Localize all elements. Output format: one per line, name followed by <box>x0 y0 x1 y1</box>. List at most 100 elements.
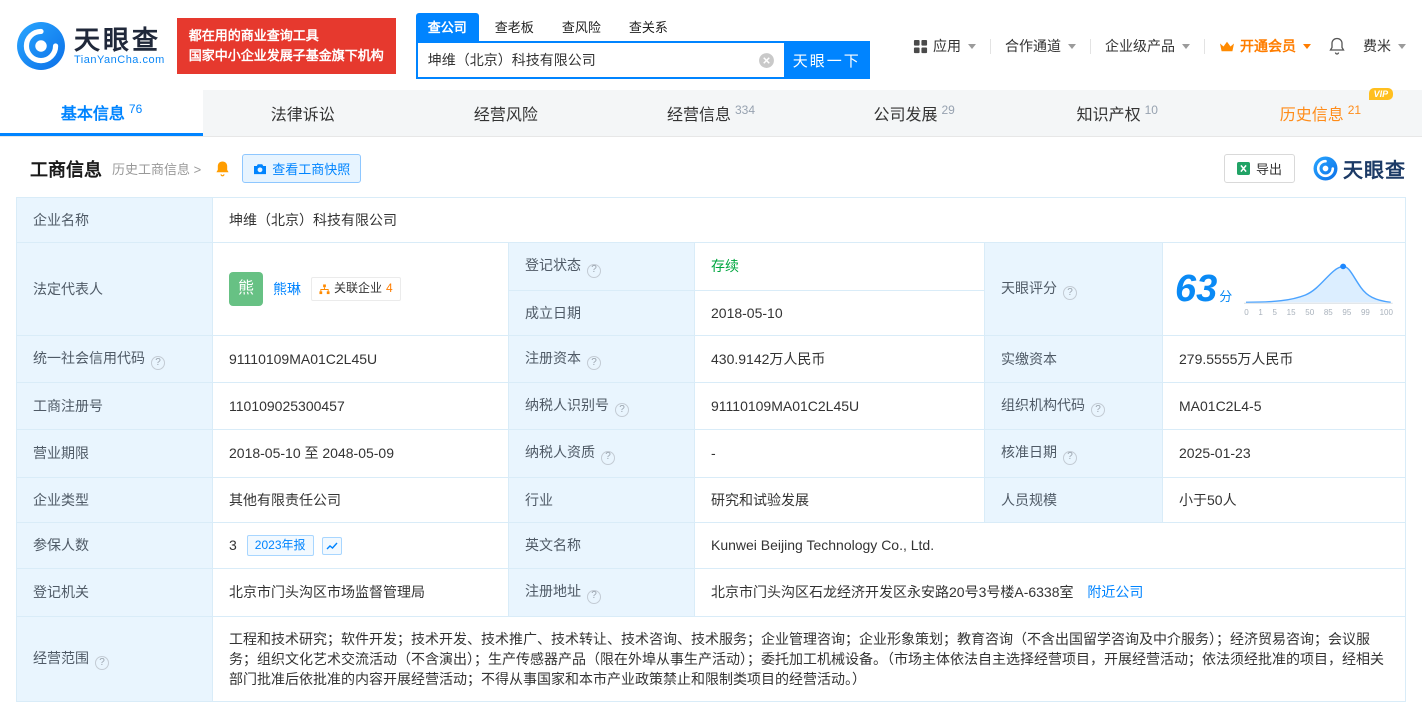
help-icon[interactable]: ? <box>587 264 601 278</box>
company-type-label: 企业类型 <box>17 477 213 522</box>
legal-rep-value: 熊 熊琳 关联企业 4 <box>213 243 509 336</box>
search-row: 天眼一下 <box>416 41 870 79</box>
notification-bell-icon[interactable] <box>1329 37 1345 55</box>
nearby-companies-link[interactable]: 附近公司 <box>1087 584 1143 600</box>
tab-business-info[interactable]: 经营信息334 <box>609 90 812 136</box>
nav-partner-label: 合作通道 <box>1005 36 1061 56</box>
insured-count: 3 <box>229 535 237 555</box>
excel-icon <box>1237 162 1250 175</box>
search-tab-company[interactable]: 查公司 <box>416 13 479 41</box>
nav-divider <box>1204 39 1205 54</box>
score-distribution-chart: 0151550859599100 <box>1244 260 1393 319</box>
subscribe-bell-icon[interactable] <box>215 160 230 177</box>
tab-count: 29 <box>941 103 954 117</box>
help-icon[interactable]: ? <box>587 356 601 370</box>
export-label: 导出 <box>1256 159 1282 178</box>
brand-name: 天眼查 <box>74 26 165 55</box>
tab-basic-info[interactable]: 基本信息76 <box>0 90 203 136</box>
tab-company-development[interactable]: 公司发展 29 <box>813 90 1016 136</box>
nav-user[interactable]: 费米 <box>1363 36 1406 56</box>
trend-chart-icon[interactable] <box>322 537 342 555</box>
slogan-line2: 国家中小企业发展子基金旗下机构 <box>189 46 384 66</box>
clear-search-icon[interactable] <box>758 52 775 69</box>
staff-size-label: 人员规模 <box>985 477 1163 522</box>
corner-logo: 天眼查 <box>1313 154 1406 183</box>
table-row: 经营范围? 工程和技术研究；软件开发；技术开发、技术推广、技术转让、技术咨询、技… <box>17 616 1406 702</box>
company-section-tabs: 基本信息76 法律诉讼 经营风险 经营信息334 公司发展 29 知识产权10 历… <box>0 90 1422 137</box>
chevron-down-icon <box>968 44 976 49</box>
top-nav: 应用 合作通道 企业级产品 开通会员 费米 <box>913 36 1406 56</box>
related-companies-tag[interactable]: 关联企业 4 <box>311 277 401 300</box>
org-code-value: MA01C2L4-5 <box>1163 383 1406 430</box>
english-name-value: Kunwei Beijing Technology Co., Ltd. <box>695 522 1406 568</box>
legal-rep-avatar[interactable]: 熊 <box>229 272 263 306</box>
staff-size-value: 小于50人 <box>1163 477 1406 522</box>
nav-apps-label: 应用 <box>933 36 961 56</box>
reg-authority-value: 北京市门头沟区市场监督管理局 <box>213 569 509 616</box>
chevron-down-icon <box>1068 44 1076 49</box>
business-scope-value: 工程和技术研究；软件开发；技术开发、技术推广、技术转让、技术咨询、技术服务；企业… <box>213 616 1406 702</box>
nav-enterprise-label: 企业级产品 <box>1105 36 1175 56</box>
tab-label: 经营信息 <box>667 101 731 125</box>
industry-value: 研究和试验发展 <box>695 477 985 522</box>
nav-enterprise[interactable]: 企业级产品 <box>1105 36 1190 56</box>
search-button[interactable]: 天眼一下 <box>784 41 870 79</box>
help-icon[interactable]: ? <box>1063 451 1077 465</box>
nav-partner[interactable]: 合作通道 <box>1005 36 1076 56</box>
reg-status-label: 登记状态? <box>509 243 695 290</box>
history-business-info-link[interactable]: 历史工商信息 > <box>112 159 201 178</box>
tab-history-info[interactable]: 历史信息 21 VIP <box>1219 90 1422 136</box>
tab-count: 21 <box>1348 103 1361 117</box>
status-badge: 存续 <box>711 258 739 274</box>
establish-date-label: 成立日期 <box>509 290 695 335</box>
crown-icon <box>1219 40 1235 53</box>
tab-intellectual-property[interactable]: 知识产权10 <box>1016 90 1219 136</box>
company-name-label: 企业名称 <box>17 198 213 243</box>
address-value: 北京市门头沟区石龙经济开发区永安路20号3号楼A-6338室 附近公司 <box>695 569 1406 616</box>
search-tab-relation[interactable]: 查关系 <box>617 13 680 41</box>
business-term-value: 2018-05-10 至 2048-05-09 <box>213 430 509 477</box>
company-type-value: 其他有限责任公司 <box>213 477 509 522</box>
help-icon[interactable]: ? <box>151 356 165 370</box>
legal-rep-link[interactable]: 熊琳 <box>273 279 301 299</box>
search-tab-risk[interactable]: 查风险 <box>550 13 613 41</box>
business-term-label: 营业期限 <box>17 430 213 477</box>
chevron-down-icon <box>1303 44 1311 49</box>
tianyan-score-value[interactable]: 63分 0151550859599100 <box>1163 243 1406 336</box>
help-icon[interactable]: ? <box>1063 286 1077 300</box>
table-row: 登记机关 北京市门头沟区市场监督管理局 注册地址? 北京市门头沟区石龙经济开发区… <box>17 569 1406 616</box>
tab-label: 公司发展 <box>873 101 937 125</box>
camera-icon <box>253 163 267 175</box>
tab-label: 基本信息 <box>61 100 125 124</box>
tab-legal-proceedings[interactable]: 法律诉讼 <box>203 90 406 136</box>
tab-operating-risk[interactable]: 经营风险 <box>406 90 609 136</box>
tab-label: 历史信息 <box>1280 101 1344 125</box>
view-snapshot-button[interactable]: 查看工商快照 <box>242 154 361 183</box>
tianyancha-logo[interactable]: 天眼查 TianYanCha.com <box>16 21 165 71</box>
search-tab-boss[interactable]: 查老板 <box>483 13 546 41</box>
help-icon[interactable]: ? <box>601 451 615 465</box>
business-scope-label: 经营范围? <box>17 616 213 702</box>
help-icon[interactable]: ? <box>95 656 109 670</box>
vip-badge: VIP <box>1369 88 1394 100</box>
search-input[interactable] <box>418 43 784 77</box>
help-icon[interactable]: ? <box>615 403 629 417</box>
table-row: 营业期限 2018-05-10 至 2048-05-09 纳税人资质? - 核准… <box>17 430 1406 477</box>
nav-open-vip[interactable]: 开通会员 <box>1219 36 1311 56</box>
industry-label: 行业 <box>509 477 695 522</box>
nav-apps[interactable]: 应用 <box>913 36 976 56</box>
section-bar-right: 导出 天眼查 <box>1224 154 1406 183</box>
nav-user-label: 费米 <box>1363 36 1391 56</box>
business-info-table: 企业名称 坤维（北京）科技有限公司 法定代表人 熊 熊琳 关联企 <box>16 197 1406 702</box>
annual-report-link[interactable]: 2023年报 <box>247 535 314 556</box>
help-icon[interactable]: ? <box>587 590 601 604</box>
export-button[interactable]: 导出 <box>1224 154 1295 183</box>
hierarchy-icon <box>319 284 330 295</box>
establish-date-value: 2018-05-10 <box>695 290 985 335</box>
taxpayer-quality-value: - <box>695 430 985 477</box>
section-title: 工商信息 <box>30 156 102 182</box>
reg-capital-value: 430.9142万人民币 <box>695 335 985 382</box>
help-icon[interactable]: ? <box>1091 403 1105 417</box>
credit-code-label: 统一社会信用代码? <box>17 335 213 382</box>
taxpayer-id-value: 91110109MA01C2L45U <box>695 383 985 430</box>
